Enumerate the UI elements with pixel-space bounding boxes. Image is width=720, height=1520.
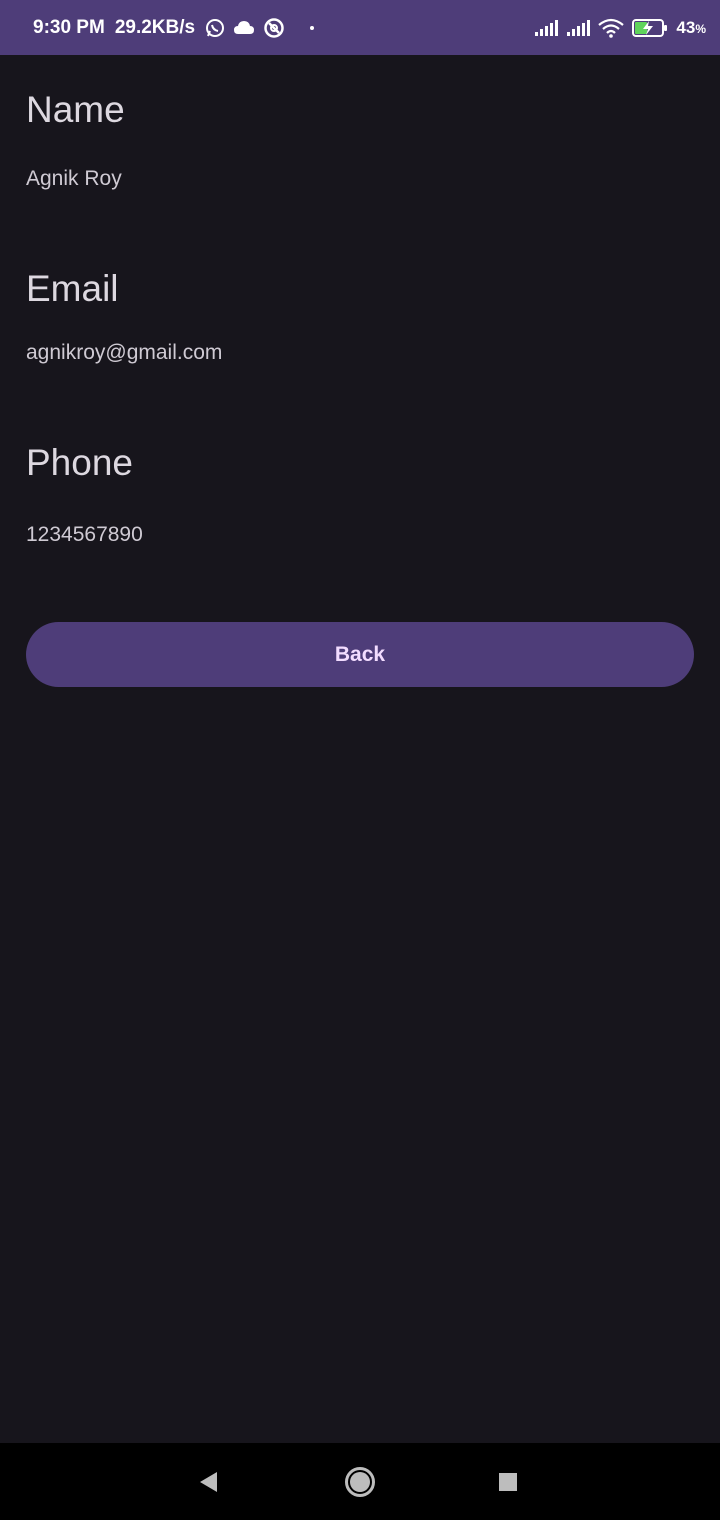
signal-icon xyxy=(534,19,559,36)
status-bar: 9:30 PM 29.2KB/s 43% xyxy=(0,0,720,55)
notification-icons xyxy=(205,17,315,39)
name-heading: Name xyxy=(26,89,125,130)
home-circle-icon xyxy=(344,1466,376,1498)
system-navigation-bar xyxy=(0,1443,720,1520)
nav-back-button[interactable] xyxy=(168,1443,248,1520)
status-time: 9:30 PM xyxy=(33,16,105,38)
recents-square-icon xyxy=(498,1472,518,1492)
email-value: agnikroy@gmail.com xyxy=(26,341,223,364)
network-speed: 29.2KB/s xyxy=(114,16,196,38)
status-left: 9:30 PM 29.2KB/s xyxy=(33,0,315,55)
whatsapp-icon xyxy=(205,18,225,38)
battery-percent: 43% xyxy=(676,17,706,37)
email-heading: Email xyxy=(26,268,119,309)
status-right: 43% xyxy=(534,0,706,55)
cloud-icon xyxy=(233,20,255,36)
back-button[interactable]: Back xyxy=(26,622,694,687)
nav-recents-button[interactable] xyxy=(468,1443,548,1520)
name-value: Agnik Roy xyxy=(26,167,122,190)
signal-icon xyxy=(566,19,591,36)
wifi-icon xyxy=(598,18,625,38)
vpn-icon xyxy=(263,17,285,39)
nav-home-button[interactable] xyxy=(320,1443,400,1520)
back-triangle-icon xyxy=(197,1470,219,1494)
phone-value: 1234567890 xyxy=(26,523,143,546)
phone-heading: Phone xyxy=(26,442,133,483)
dot-icon xyxy=(309,25,315,31)
battery-charging-icon xyxy=(632,18,668,37)
